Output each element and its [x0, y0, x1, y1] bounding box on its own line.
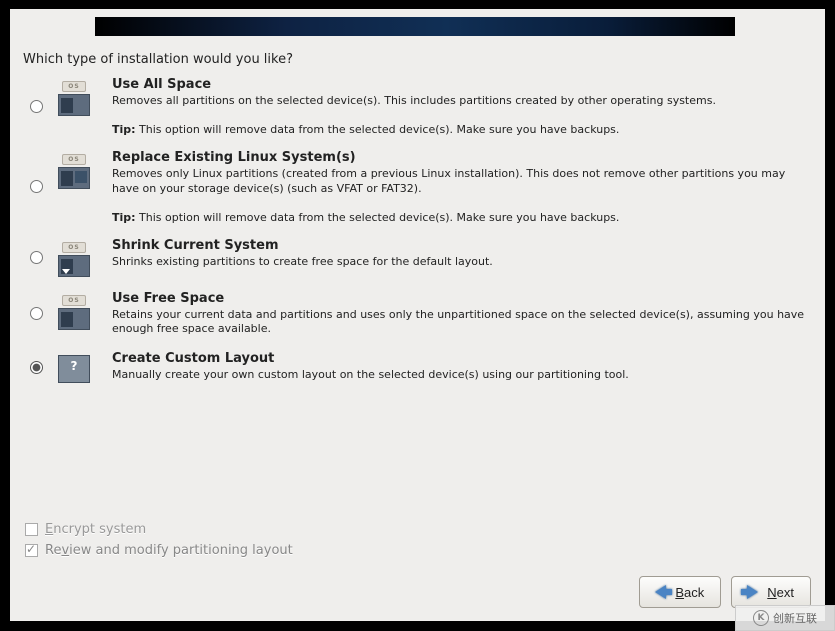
option-desc: Manually create your own custom layout o… [112, 368, 813, 383]
nav-buttons: Back Next [639, 576, 811, 608]
header-banner [95, 17, 735, 36]
option-desc: Removes only Linux partitions (created f… [112, 167, 813, 197]
next-button[interactable]: Next [731, 576, 811, 608]
install-options: OS Use All Space Removes all partitions … [23, 77, 813, 397]
option-title: Create Custom Layout [112, 351, 813, 366]
option-text: Use All Space Removes all partitions on … [98, 77, 813, 136]
os-tab: OS [62, 154, 86, 165]
radio-custom-layout[interactable] [30, 361, 43, 374]
radio-cell [23, 100, 50, 113]
os-tab: OS [62, 242, 86, 253]
option-desc: Retains your current data and partitions… [112, 308, 813, 338]
disk-icon-all: OS [58, 81, 90, 116]
option-text: Use Free Space Retains your current data… [98, 291, 813, 338]
arrow-left-icon [650, 582, 670, 602]
option-tip: Tip: This option will remove data from t… [112, 211, 813, 224]
checkbox-icon [25, 523, 38, 536]
disk-icon-free: OS [58, 295, 90, 330]
option-desc: Shrinks existing partitions to create fr… [112, 255, 813, 270]
option-tip: Tip: This option will remove data from t… [112, 123, 813, 136]
arrow-right-icon [742, 582, 762, 602]
icon-cell: ? [50, 351, 98, 383]
option-text: Create Custom Layout Manually create you… [98, 351, 813, 383]
icon-cell: OS [50, 77, 98, 116]
radio-cell [23, 307, 50, 320]
radio-cell [23, 180, 50, 193]
os-tab: OS [62, 295, 86, 306]
option-text: Shrink Current System Shrinks existing p… [98, 238, 813, 270]
installer-window: Which type of installation would you lik… [10, 9, 825, 621]
disk-icon-shrink: OS [58, 242, 90, 277]
watermark-logo-icon: K [753, 610, 769, 626]
icon-cell: OS [50, 291, 98, 330]
option-title: Shrink Current System [112, 238, 813, 253]
radio-cell [23, 251, 50, 264]
option-text: Replace Existing Linux System(s) Removes… [98, 150, 813, 224]
prompt-text: Which type of installation would you lik… [23, 52, 293, 67]
option-replace-linux[interactable]: OS Replace Existing Linux System(s) Remo… [23, 150, 813, 224]
checkbox-icon-checked [25, 544, 38, 557]
disk-icon-custom: ? [58, 355, 90, 383]
option-title: Use Free Space [112, 291, 813, 306]
os-tab: OS [62, 81, 86, 92]
option-use-all-space[interactable]: OS Use All Space Removes all partitions … [23, 77, 813, 136]
radio-use-all-space[interactable] [30, 100, 43, 113]
option-use-free-space[interactable]: OS Use Free Space Retains your current d… [23, 291, 813, 338]
watermark: K 创新互联 [735, 605, 835, 631]
option-custom-layout[interactable]: ? Create Custom Layout Manually create y… [23, 351, 813, 383]
option-title: Replace Existing Linux System(s) [112, 150, 813, 165]
icon-cell: OS [50, 238, 98, 277]
radio-shrink[interactable] [30, 251, 43, 264]
radio-replace-linux[interactable] [30, 180, 43, 193]
radio-cell [23, 361, 50, 374]
bottom-checkboxes: Encrypt system Review and modify partiti… [25, 522, 293, 564]
icon-cell: OS [50, 150, 98, 189]
option-desc: Removes all partitions on the selected d… [112, 94, 813, 109]
option-title: Use All Space [112, 77, 813, 92]
review-layout-checkbox[interactable]: Review and modify partitioning layout [25, 543, 293, 558]
disk-icon-replace: OS [58, 154, 90, 189]
encrypt-system-checkbox[interactable]: Encrypt system [25, 522, 293, 537]
watermark-text: 创新互联 [773, 610, 817, 626]
option-shrink[interactable]: OS Shrink Current System Shrinks existin… [23, 238, 813, 277]
back-button[interactable]: Back [639, 576, 721, 608]
radio-use-free-space[interactable] [30, 307, 43, 320]
